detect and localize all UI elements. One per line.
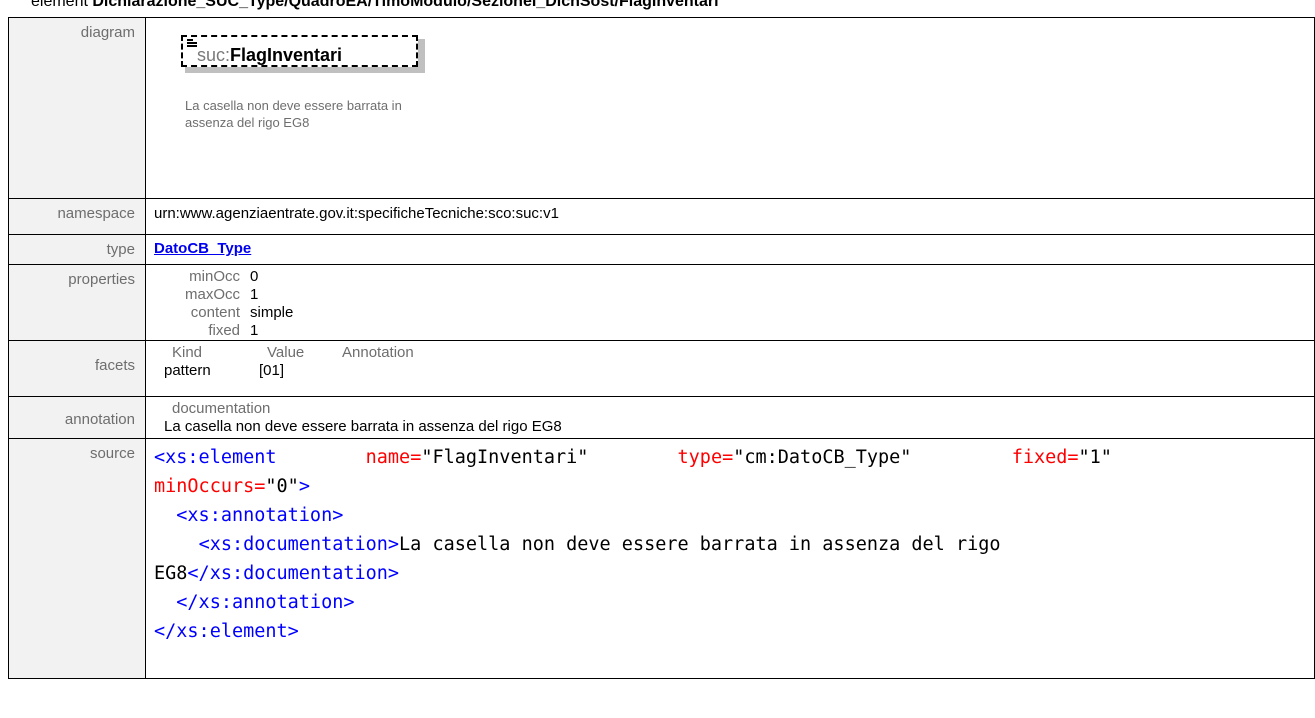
row-diagram: diagram suc:FlagInventari La casella non…: [8, 17, 1315, 199]
annotation-value: documentation La casella non deve essere…: [145, 396, 1315, 439]
label-properties: properties: [8, 264, 146, 341]
source-value: <xs:element name="FlagInventari" type="c…: [145, 438, 1315, 679]
prop-key-content: content: [190, 304, 240, 321]
diagram-local-name: FlagInventari: [230, 45, 343, 65]
facet-row: pattern [01]: [154, 362, 1314, 380]
code-line-1: <xs:element name="FlagInventari" type="c…: [154, 447, 1112, 468]
prop-key-maxocc: maxOcc: [184, 286, 240, 303]
diagram-cell: suc:FlagInventari La casella non deve es…: [145, 17, 1315, 199]
row-source: source <xs:element name="FlagInventari" …: [8, 438, 1315, 679]
row-properties: properties minOcc 0 maxOcc 1 content sim…: [8, 264, 1315, 341]
code-line-5: EG8</xs:documentation>: [154, 563, 400, 584]
label-annotation: annotation: [8, 396, 146, 439]
facet-annotation: [334, 362, 1314, 380]
row-annotation: annotation documentation La casella non …: [8, 396, 1315, 439]
diagram-element-name: suc:FlagInventari: [197, 45, 342, 66]
annotation-head: documentation: [172, 400, 271, 417]
facets-header-annotation: Annotation: [342, 344, 414, 361]
diagram-prefix: suc:: [197, 45, 231, 65]
type-value: DatoCB_Type: [145, 234, 1315, 265]
heading-prefix: element: [31, 0, 93, 10]
diagram-element-box[interactable]: suc:FlagInventari: [181, 35, 418, 67]
facet-value: [01]: [259, 362, 285, 379]
prop-key-fixed: fixed: [208, 322, 240, 339]
prop-val-fixed: 1: [250, 322, 259, 339]
facets-header-value: Value: [267, 344, 305, 361]
prop-val-maxocc: 1: [250, 286, 259, 303]
namespace-value: urn:www.agenziaentrate.gov.it:specifiche…: [145, 198, 1315, 235]
source-code: <xs:element name="FlagInventari" type="c…: [154, 439, 1314, 646]
label-diagram: diagram: [8, 17, 146, 199]
code-line-3: <xs:annotation>: [176, 505, 344, 526]
element-content-icon: [187, 39, 197, 48]
type-link[interactable]: DatoCB_Type: [154, 240, 251, 257]
prop-key-minocc: minOcc: [189, 268, 240, 285]
code-line-7: </xs:element>: [154, 621, 299, 642]
code-line-2: minOccurs="0">: [154, 476, 310, 497]
facets-header-kind: Kind: [172, 344, 203, 361]
namespace-text: urn:www.agenziaentrate.gov.it:specifiche…: [154, 205, 559, 222]
properties-value: minOcc 0 maxOcc 1 content simple fixed 1: [145, 264, 1315, 341]
element-doc-table: diagram suc:FlagInventari La casella non…: [8, 17, 1315, 679]
code-line-6: </xs:annotation>: [176, 592, 355, 613]
annotation-text: La casella non deve essere barrata in as…: [164, 418, 562, 435]
facets-header: Kind Value Annotation: [154, 341, 1314, 362]
code-line-4: <xs:documentation>La casella non deve es…: [198, 534, 1001, 555]
label-type: type: [8, 234, 146, 265]
heading-path: Dichiarazione_SUC_Type/QuadroEA/TimoModu…: [92, 0, 719, 10]
properties-grid: minOcc 0 maxOcc 1 content simple fixed 1: [154, 265, 1314, 340]
prop-val-content: simple: [250, 304, 294, 321]
facet-kind: pattern: [164, 362, 211, 379]
page-heading: element Dichiarazione_SUC_Type/QuadroEA/…: [31, 0, 719, 11]
row-namespace: namespace urn:www.agenziaentrate.gov.it:…: [8, 198, 1315, 235]
row-facets: facets Kind Value Annotation pattern [01…: [8, 340, 1315, 397]
label-namespace: namespace: [8, 198, 146, 235]
facets-value: Kind Value Annotation pattern [01]: [145, 340, 1315, 397]
label-source: source: [8, 438, 146, 679]
diagram-documentation: La casella non deve essere barrata in as…: [185, 98, 402, 130]
diagram: suc:FlagInventari La casella non deve es…: [154, 18, 1314, 198]
prop-val-minocc: 0: [250, 268, 259, 285]
row-type: type DatoCB_Type: [8, 234, 1315, 265]
label-facets: facets: [8, 340, 146, 397]
